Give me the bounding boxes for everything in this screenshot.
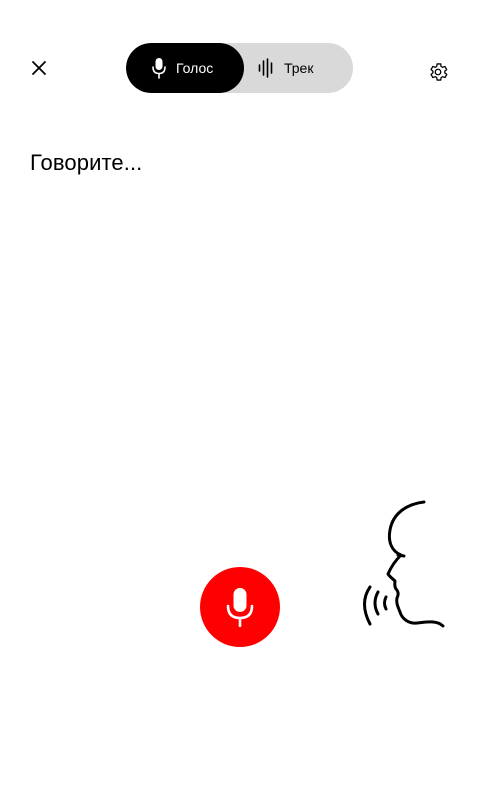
settings-button[interactable] xyxy=(423,57,453,87)
tab-track-label: Трек xyxy=(284,60,314,76)
sound-wave-icon xyxy=(258,58,273,78)
speaking-head-illustration xyxy=(355,495,450,635)
microphone-icon xyxy=(152,58,166,79)
speaking-head-icon xyxy=(363,500,445,628)
gear-icon xyxy=(430,63,448,81)
microphone-icon xyxy=(226,588,254,627)
tab-voice-label: Голос xyxy=(176,60,214,76)
listening-prompt: Говорите... xyxy=(30,150,143,175)
close-icon xyxy=(32,61,46,75)
microphone-button[interactable] xyxy=(200,567,280,647)
tab-voice[interactable]: Голос xyxy=(126,43,244,93)
tab-track[interactable]: Трек xyxy=(244,43,353,93)
close-button[interactable] xyxy=(24,53,54,83)
mode-toggle: Голос Трек xyxy=(126,43,353,93)
